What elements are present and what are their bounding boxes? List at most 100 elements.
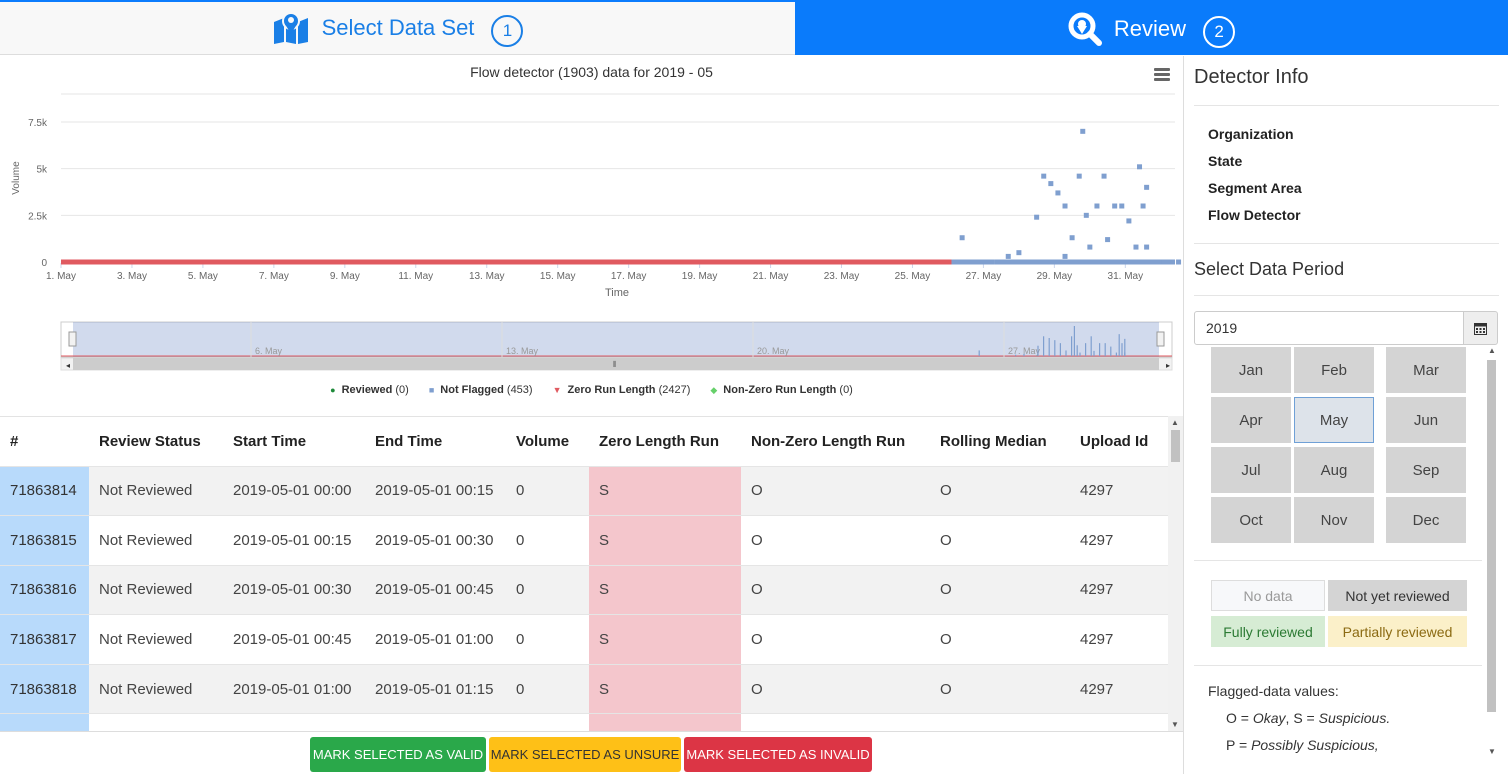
table-cell: O bbox=[930, 515, 1070, 566]
data-point bbox=[1041, 173, 1047, 179]
data-point bbox=[1034, 214, 1040, 220]
table-cell: 71863814 bbox=[0, 465, 89, 516]
month-button-apr[interactable]: Apr bbox=[1211, 397, 1291, 443]
month-button-sep[interactable]: Sep bbox=[1386, 447, 1466, 493]
x-tick-label: 13. May bbox=[469, 271, 505, 282]
table-cell: O bbox=[741, 515, 930, 566]
data-point bbox=[1133, 244, 1139, 250]
table-cell: 2019-05-01 00:00 bbox=[223, 465, 365, 516]
month-button-may[interactable]: May bbox=[1294, 397, 1374, 443]
calendar-icon[interactable] bbox=[1463, 311, 1498, 345]
y-tick-label: 5k bbox=[36, 165, 48, 176]
table-cell: 0 bbox=[506, 465, 589, 516]
mark-unsure-button[interactable]: MARK SELECTED AS UNSURE bbox=[489, 737, 681, 772]
table-row[interactable]: 71863816 Not Reviewed 2019-05-01 00:30 2019… bbox=[0, 564, 1168, 615]
legend-symbol-icon: ■ bbox=[428, 385, 435, 395]
x-tick-label: 7. May bbox=[259, 271, 289, 282]
data-point bbox=[1144, 184, 1150, 190]
right-panel: Detector Info Organization State Segment… bbox=[1183, 56, 1508, 774]
x-tick-label: 3. May bbox=[117, 271, 147, 282]
legend-label: Non-Zero Run Length bbox=[723, 384, 837, 396]
table-cell: 2019-05-01 00:45 bbox=[365, 564, 506, 615]
data-point bbox=[1161, 259, 1167, 265]
table-cell: O bbox=[930, 663, 1070, 714]
tab-review[interactable]: Review 2 bbox=[795, 0, 1508, 55]
legend-item[interactable]: ◆ Non-Zero Run Length (0) bbox=[710, 384, 852, 396]
column-header[interactable]: Review Status bbox=[89, 417, 223, 466]
scroll-down-icon[interactable]: ▼ bbox=[1488, 747, 1496, 756]
table-cell: 2019-05-01 01:00 bbox=[223, 663, 365, 714]
month-button-feb[interactable]: Feb bbox=[1294, 347, 1374, 393]
panel-scrollbar[interactable]: ▲ ▼ bbox=[1484, 346, 1499, 756]
x-tick-label: 17. May bbox=[611, 271, 647, 282]
navigator-handle-right bbox=[1156, 331, 1165, 347]
divider bbox=[1194, 560, 1482, 561]
scrollbar-thumb[interactable] bbox=[1487, 360, 1496, 712]
tab-select-data-set[interactable]: Select Data Set 1 bbox=[0, 0, 795, 55]
data-point bbox=[1005, 253, 1011, 259]
table-cell bbox=[930, 713, 1070, 731]
year-input[interactable]: 2019 bbox=[1194, 311, 1464, 345]
select-data-period-title: Select Data Period bbox=[1194, 259, 1345, 279]
scroll-right-icon: ▸ bbox=[1166, 361, 1170, 370]
table-cell: O bbox=[741, 663, 930, 714]
mark-invalid-button[interactable]: MARK SELECTED AS INVALID bbox=[684, 737, 872, 772]
column-header[interactable]: # bbox=[0, 417, 89, 466]
chart-legend: ● Reviewed (0) ■ Not Flagged (453) ▼ Zero Run… bbox=[0, 384, 1183, 396]
data-point bbox=[1055, 190, 1061, 196]
table-scrollbar[interactable]: ▲ ▼ bbox=[1168, 416, 1183, 731]
month-button-jan[interactable]: Jan bbox=[1211, 347, 1291, 393]
volume-chart: Flow detector (1903) data for 2019 - 05 … bbox=[0, 56, 1183, 416]
month-button-oct[interactable]: Oct bbox=[1211, 497, 1291, 543]
notes-p-line: P = Possibly Suspicious, bbox=[1226, 737, 1379, 753]
data-point bbox=[1083, 212, 1089, 218]
column-header[interactable]: Rolling Median bbox=[930, 417, 1070, 466]
table-cell: 71863816 bbox=[0, 564, 89, 615]
table-row[interactable] bbox=[0, 713, 1168, 731]
chart-plot[interactable]: 0 2.5k 5k 7.5k Volume 1. May 3. May 5. May 7. Ma… bbox=[0, 56, 1183, 376]
table-cell: O bbox=[930, 564, 1070, 615]
legend-item[interactable]: ■ Not Flagged (453) bbox=[429, 384, 533, 396]
legend-item[interactable]: ● Reviewed (0) bbox=[330, 384, 409, 396]
scrollbar-thumb[interactable] bbox=[1171, 430, 1180, 462]
data-point bbox=[1176, 259, 1182, 265]
month-button-jul[interactable]: Jul bbox=[1211, 447, 1291, 493]
table-row[interactable]: 71863818 Not Reviewed 2019-05-01 01:00 2019… bbox=[0, 663, 1168, 714]
table-row[interactable]: 71863817 Not Reviewed 2019-05-01 00:45 2019… bbox=[0, 614, 1168, 665]
y-tick-label: 7.5k bbox=[28, 118, 48, 129]
table-cell: S bbox=[589, 564, 741, 615]
legend-symbol-icon: ◆ bbox=[710, 385, 718, 395]
column-header[interactable]: Zero Length Run bbox=[589, 417, 741, 466]
scroll-up-icon[interactable]: ▲ bbox=[1171, 418, 1179, 427]
data-point bbox=[1101, 173, 1107, 179]
y-tick-label: 0 bbox=[41, 258, 47, 269]
column-header[interactable]: Non-Zero Length Run bbox=[741, 417, 930, 466]
navigator-tick-label: 13. May bbox=[506, 346, 539, 356]
table-row[interactable]: 71863814 Not Reviewed 2019-05-01 00:00 2019… bbox=[0, 465, 1168, 516]
month-button-dec[interactable]: Dec bbox=[1386, 497, 1466, 543]
table-cell: Not Reviewed bbox=[89, 663, 223, 714]
x-axis-label: Time bbox=[605, 287, 629, 299]
mark-valid-button[interactable]: MARK SELECTED AS VALID bbox=[310, 737, 486, 772]
column-header[interactable]: Upload Id bbox=[1070, 417, 1168, 466]
table-cell: 2019-05-01 00:15 bbox=[365, 465, 506, 516]
legend-item[interactable]: ▼ Zero Run Length (2427) bbox=[553, 384, 691, 396]
table-cell: S bbox=[589, 614, 741, 665]
table-cell: 4297 bbox=[1070, 663, 1168, 714]
tab-review-label: Review bbox=[1113, 15, 1187, 41]
scroll-up-icon[interactable]: ▲ bbox=[1488, 346, 1496, 355]
table-row[interactable]: 71863815 Not Reviewed 2019-05-01 00:15 2019… bbox=[0, 515, 1168, 566]
x-tick-label: 19. May bbox=[682, 271, 718, 282]
column-header[interactable]: Start Time bbox=[223, 417, 365, 466]
data-point bbox=[1076, 173, 1082, 179]
legend-partially-reviewed: Partially reviewed bbox=[1328, 616, 1467, 647]
column-header[interactable]: End Time bbox=[365, 417, 506, 466]
month-button-aug[interactable]: Aug bbox=[1294, 447, 1374, 493]
month-button-nov[interactable]: Nov bbox=[1294, 497, 1374, 543]
month-button-jun[interactable]: Jun bbox=[1386, 397, 1466, 443]
month-button-mar[interactable]: Mar bbox=[1386, 347, 1466, 393]
scroll-down-icon[interactable]: ▼ bbox=[1171, 720, 1179, 729]
column-header[interactable]: Volume bbox=[506, 417, 589, 466]
data-point bbox=[1126, 218, 1132, 224]
step-tabs: Select Data Set 1 Review 2 bbox=[0, 0, 1508, 56]
